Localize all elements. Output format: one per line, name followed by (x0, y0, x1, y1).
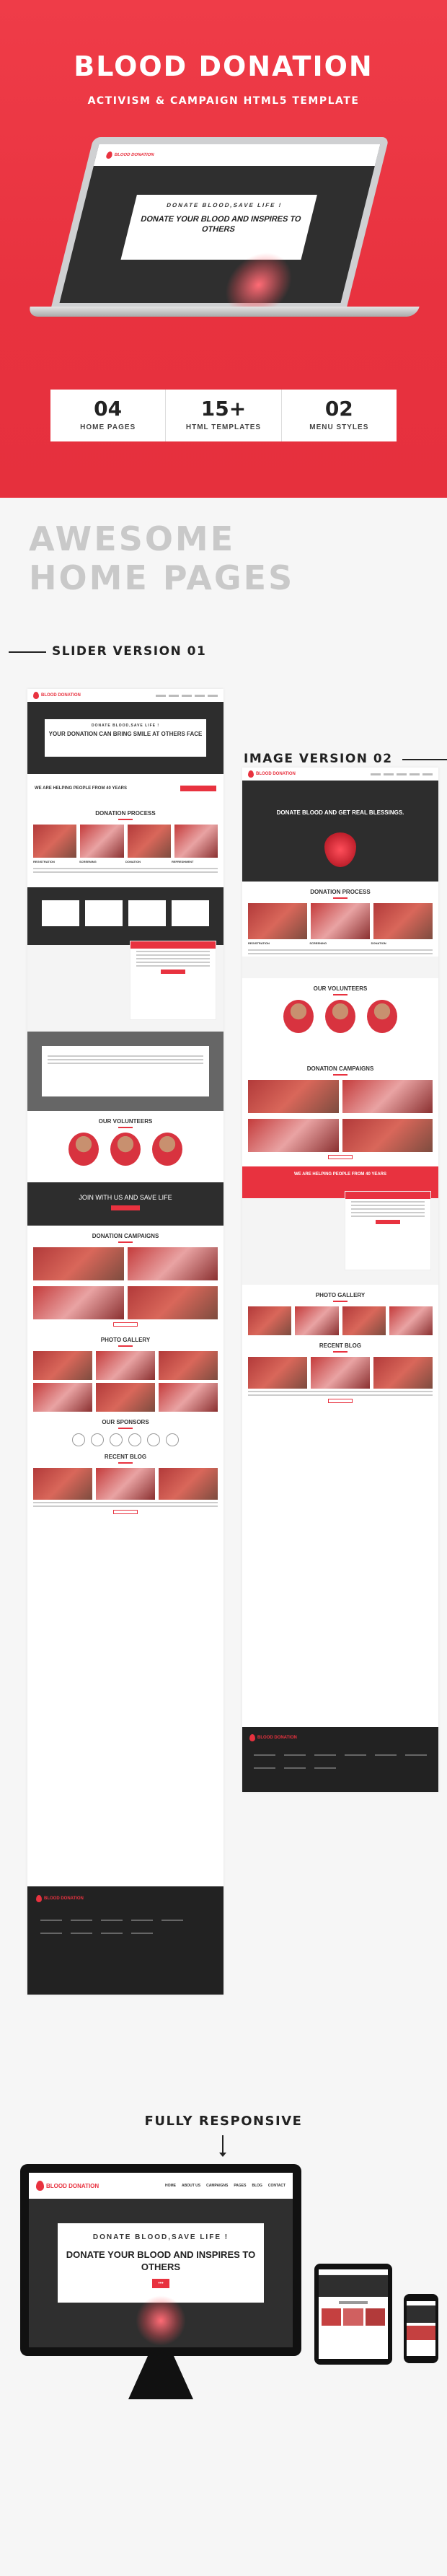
blood-drop-icon (33, 692, 39, 699)
logo: BLOOD DONATION (105, 151, 154, 159)
blood-drop-icon (36, 2181, 44, 2191)
volunteer-avatar (152, 1133, 182, 1166)
preview-nav: BLOOD DONATION (27, 689, 224, 702)
logo: BLOOD DONATION (36, 2181, 99, 2191)
view-all-button[interactable] (113, 1510, 138, 1514)
image-version-preview[interactable]: BLOOD DONATION DONATE BLOOD AND GET REAL… (242, 768, 438, 1792)
stat-home-pages: 04 HOME PAGES (80, 397, 136, 431)
logo: BLOOD DONATION (248, 770, 296, 778)
blood-drop-icon (36, 1895, 42, 1902)
submit-button[interactable] (376, 1220, 400, 1224)
phone-mockup (404, 2294, 438, 2363)
slider-hero: DONATE BLOOD,SAVE LIFE ! YOUR DONATION C… (27, 702, 224, 774)
laptop-heading: DONATE YOUR BLOOD AND INSPIRES TO OTHERS (139, 215, 302, 234)
menu-item-about[interactable]: ABOUT US (182, 2184, 200, 2188)
view-all-button[interactable] (328, 1399, 353, 1403)
footer: BLOOD DONATION (242, 1727, 438, 1792)
appointment-section (242, 1191, 438, 1285)
laptop-hero-card: DONATE BLOOD,SAVE LIFE ! DONATE YOUR BLO… (120, 195, 317, 260)
stat-html-templates: 15+ HTML TEMPLATES (165, 390, 280, 441)
read-more-button[interactable]: ••• (152, 2279, 169, 2288)
desktop-monitor-mockup: BLOOD DONATION HOME ABOUT US CAMPAIGNS P… (20, 2164, 301, 2356)
footer: BLOOD DONATION (27, 1886, 224, 1995)
counter-section (27, 887, 224, 945)
menu-item-contact[interactable]: CONTACT (268, 2184, 286, 2188)
logo: BLOOD DONATION (33, 692, 81, 699)
blood-drop-glow-icon (136, 2295, 186, 2346)
laptop-mockup: BLOOD DONATION DONATE BLOOD,SAVE LIFE ! … (27, 137, 420, 353)
monitor-stand (128, 2356, 193, 2399)
menu (371, 773, 433, 775)
laptop-kicker: DONATE BLOOD,SAVE LIFE ! (166, 202, 283, 208)
slider-heading: YOUR DONATION CAN BRING SMILE AT OTHERS … (48, 731, 203, 737)
laptop-nav: BLOOD DONATION (93, 144, 381, 166)
menu (156, 694, 218, 697)
join-button[interactable] (111, 1205, 140, 1210)
blood-drop-icon (249, 1734, 255, 1741)
stats-bar: 04 HOME PAGES 15+ HTML TEMPLATES 02 MENU… (50, 390, 397, 441)
logo: BLOOD DONATION (249, 1734, 431, 1741)
stat-menu-styles: 02 MENU STYLES (280, 390, 397, 441)
submit-button[interactable] (161, 970, 185, 974)
join-section: JOIN WITH US AND SAVE LIFE (27, 1182, 224, 1226)
divider (402, 759, 447, 760)
image-version-label: IMAGE VERSION 02 (244, 752, 393, 766)
monitor-hero-card: DONATE BLOOD,SAVE LIFE ! DONATE YOUR BLO… (58, 2223, 264, 2303)
testimonial-section (27, 1032, 224, 1111)
slider-version-preview[interactable]: BLOOD DONATION DONATE BLOOD,SAVE LIFE ! … (27, 689, 224, 1995)
donate-button[interactable] (180, 786, 216, 791)
blood-drop-icon (324, 832, 356, 867)
menu-item-home[interactable]: HOME (165, 2184, 176, 2188)
volunteer-avatar (68, 1133, 99, 1166)
monitor-nav: BLOOD DONATION HOME ABOUT US CAMPAIGNS P… (29, 2173, 293, 2199)
menu-item-campaigns[interactable]: CAMPAIGNS (206, 2184, 228, 2188)
section-heading: AWESOME HOME PAGES (29, 519, 295, 597)
menu-item-pages[interactable]: PAGES (234, 2184, 246, 2188)
divider (9, 651, 46, 653)
image-hero: DONATE BLOOD AND GET REAL BLESSINGS. (242, 781, 438, 882)
preview-nav: BLOOD DONATION (242, 768, 438, 781)
appointment-section (27, 941, 224, 1032)
blood-drop-icon (105, 151, 113, 159)
view-all-button[interactable] (328, 1155, 353, 1159)
slider-version-label: SLIDER VERSION 01 (52, 644, 207, 659)
hero-subtitle: ACTIVISM & CAMPAIGN HTML5 TEMPLATE (87, 95, 360, 107)
arrow-down-icon (219, 2135, 226, 2157)
laptop-screen: BLOOD DONATION DONATE BLOOD,SAVE LIFE ! … (50, 137, 389, 317)
hero-title: BLOOD DONATION (74, 50, 373, 82)
blood-drop-icon (248, 770, 254, 778)
volunteer-avatar (367, 1000, 397, 1033)
monitor-menu: HOME ABOUT US CAMPAIGNS PAGES BLOG CONTA… (165, 2184, 286, 2188)
menu-item-blog[interactable]: BLOG (252, 2184, 262, 2188)
volunteer-avatar (110, 1133, 141, 1166)
hero-banner: BLOOD DONATION ACTIVISM & CAMPAIGN HTML5… (0, 0, 447, 498)
tablet-mockup (314, 2264, 392, 2365)
volunteer-avatar (325, 1000, 355, 1033)
volunteer-avatar (283, 1000, 314, 1033)
logo: BLOOD DONATION (36, 1895, 215, 1902)
view-all-button[interactable] (113, 1322, 138, 1327)
image-heading: DONATE BLOOD AND GET REAL BLESSINGS. (276, 809, 404, 816)
responsive-title: FULLY RESPONSIVE (144, 2114, 303, 2129)
laptop-base (27, 307, 420, 317)
